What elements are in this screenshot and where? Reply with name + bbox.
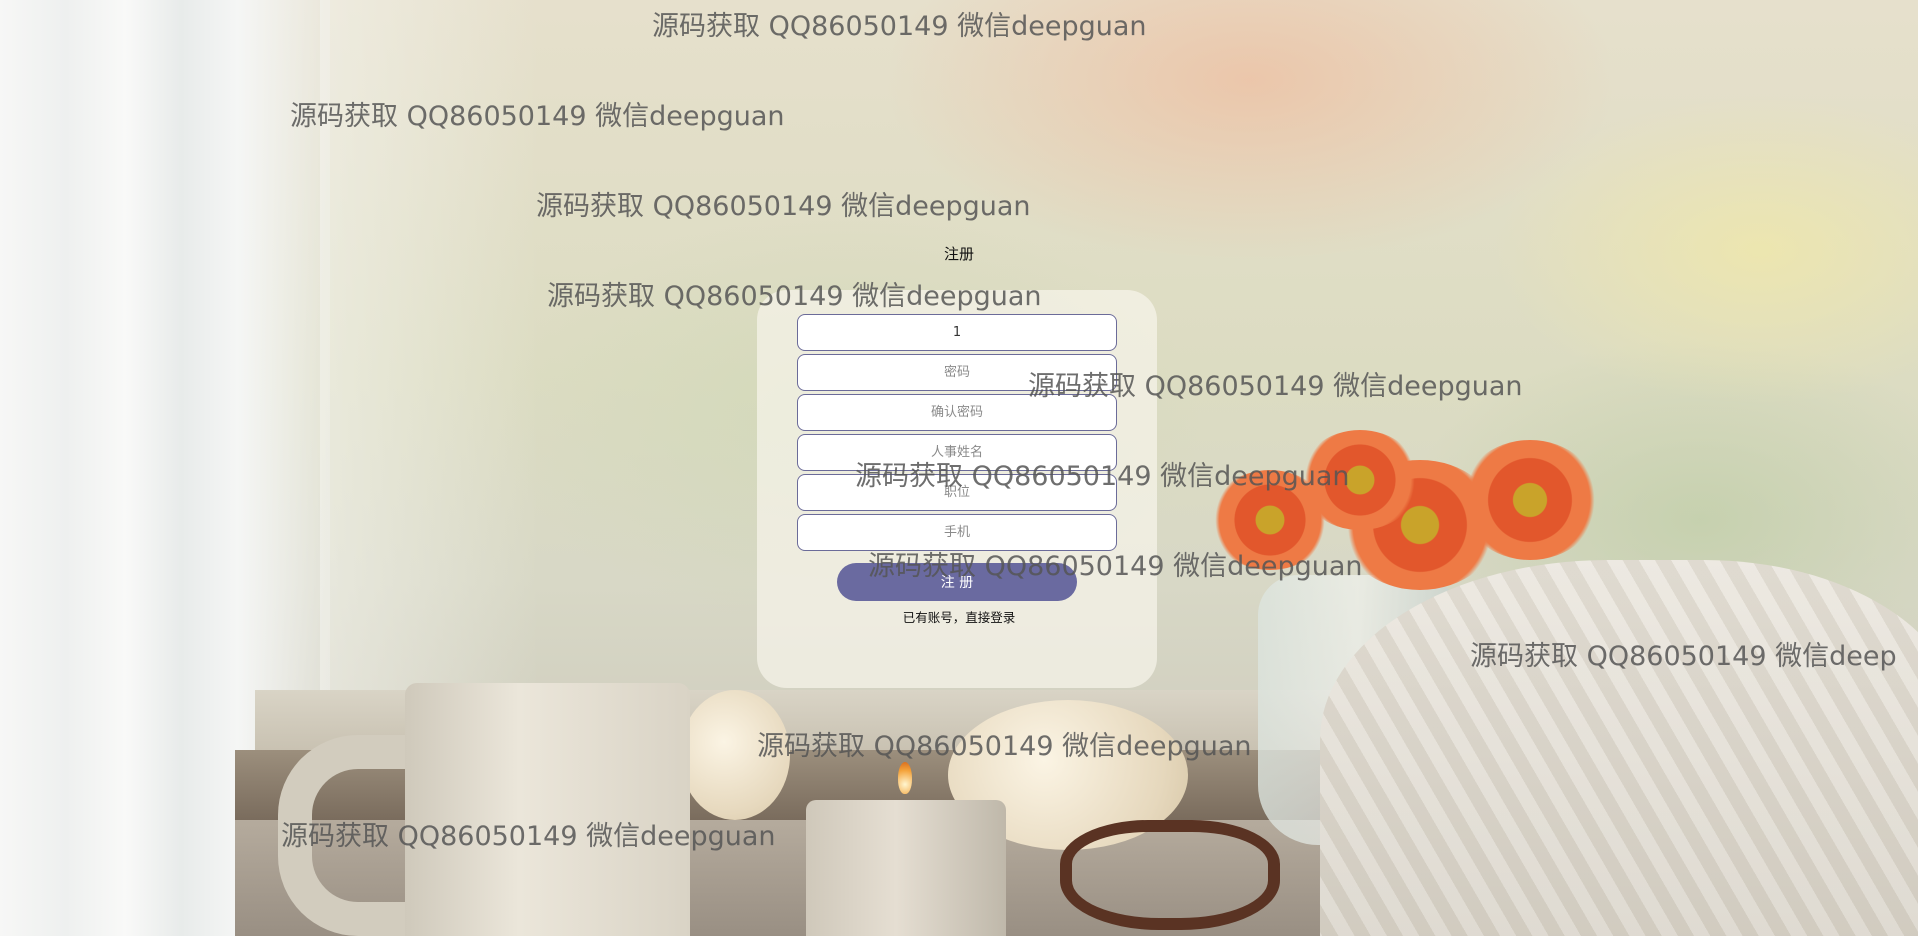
flower xyxy=(1460,440,1600,560)
username-input[interactable] xyxy=(797,314,1117,351)
glasses xyxy=(1060,820,1280,930)
watermark: 源码获取 QQ86050149 微信deepguan xyxy=(757,731,1252,762)
watermark: 源码获取 QQ86050149 微信deepguan xyxy=(652,11,1147,42)
candle-flame xyxy=(898,762,912,794)
watermark: 源码获取 QQ86050149 微信deepguan xyxy=(855,461,1350,492)
watermark: 源码获取 QQ86050149 微信deep xyxy=(1470,641,1897,672)
watermark: 源码获取 QQ86050149 微信deepguan xyxy=(547,281,1042,312)
candle xyxy=(806,800,1006,936)
watermark: 源码获取 QQ86050149 微信deepguan xyxy=(536,191,1031,222)
login-link[interactable]: 已有账号，直接登录 xyxy=(0,607,1918,626)
watermark: 源码获取 QQ86050149 微信deepguan xyxy=(290,101,785,132)
mug xyxy=(405,683,690,936)
register-title: 注册 xyxy=(943,245,974,263)
watermark: 源码获取 QQ86050149 微信deepguan xyxy=(281,821,776,852)
watermark: 源码获取 QQ86050149 微信deepguan xyxy=(1028,371,1523,402)
watermark: 源码获取 QQ86050149 微信deepguan xyxy=(868,551,1363,582)
